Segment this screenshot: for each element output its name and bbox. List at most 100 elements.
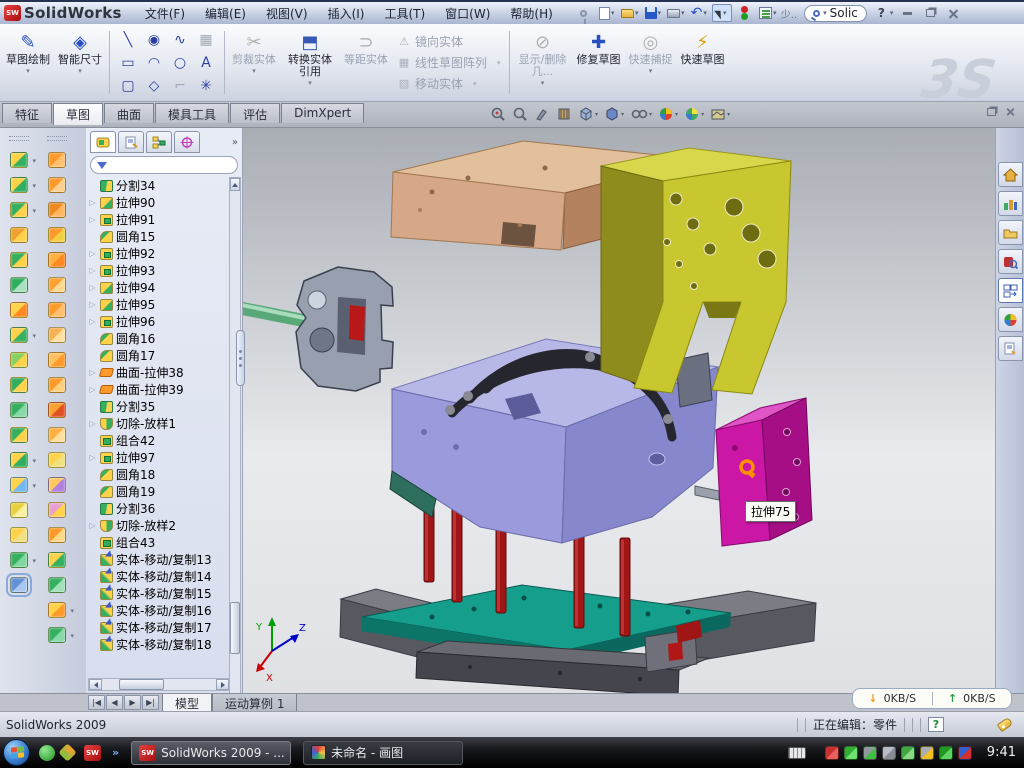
delete-face-icon[interactable] [48,402,66,418]
feature-tree-item[interactable]: 拉伸94 [88,279,228,296]
zoom-fit-icon[interactable] [488,105,508,123]
helix-spiral-icon[interactable] [10,552,28,568]
rapid-sketch-button[interactable]: ⚡ 快速草图 [678,27,728,98]
media-quicklaunch-icon[interactable] [58,743,76,761]
hole-wizard-icon[interactable] [10,302,28,318]
start-button[interactable] [3,739,30,766]
ribbon-tab[interactable]: 评估 [230,103,280,123]
design-library-tab[interactable] [998,191,1023,216]
edit-appearance-icon[interactable]: ▾ [656,105,680,123]
dynamic-assembly-icon[interactable] [532,105,552,123]
feature-tree-item[interactable]: 拉伸90 [88,194,228,211]
dimxpertmanager-tab[interactable] [174,131,200,153]
appearances-scenes-tab[interactable] [998,307,1023,332]
parting-line-icon[interactable] [48,452,66,468]
menu-item[interactable]: 帮助(H) [501,3,561,24]
menu-item[interactable]: 窗口(W) [436,3,499,24]
surface-sweep-icon[interactable] [48,202,66,218]
expand-arrow-icon[interactable] [88,368,97,377]
pin-icon[interactable] [574,4,594,22]
next-tab-button[interactable]: ▶ [124,695,141,710]
boundary-boss-icon[interactable] [10,277,28,293]
expand-arrow-icon[interactable] [88,249,97,258]
file-explorer-tab[interactable] [998,220,1023,245]
display-delete-relations-button[interactable]: ⊘ 显示/删除几...▾ [514,27,572,98]
quick-tips-help-button[interactable]: ? [928,717,944,732]
app-minimize-button[interactable] [899,6,916,21]
tags-icon[interactable] [997,717,1014,732]
replace-face-icon[interactable] [48,427,66,443]
doc-close-button[interactable] [1005,106,1016,117]
sketch-entity-button[interactable]: ◠ [141,51,167,74]
radiate-surface-icon[interactable] [48,377,66,393]
undo-button[interactable]: ↶▾ [689,4,709,22]
design-checker-icon[interactable] [735,4,755,22]
sketch-entity-button[interactable]: ▭ [115,51,141,74]
sketch-entity-button[interactable]: ╲ [115,28,141,51]
expand-arrow-icon[interactable] [88,419,97,428]
help-button[interactable]: ? [878,6,885,20]
lofted-boss-icon[interactable] [10,252,28,268]
graphics-viewport[interactable]: Y Z X 拉伸75 [243,128,995,693]
feature-tree-item[interactable]: 实体-移动/复制17 [88,619,228,636]
menu-item[interactable]: 插入(I) [319,3,374,24]
smart-dimension-button[interactable]: ◈ 智能尺寸▾ [55,27,105,98]
scroll-right-button[interactable] [216,679,229,690]
feature-tree-item[interactable]: 曲面-拉伸38 [88,364,228,381]
zoom-area-icon[interactable] [510,105,530,123]
first-tab-button[interactable]: |◀ [88,695,105,710]
planar-surface-icon[interactable] [48,277,66,293]
sketch-entity-button[interactable]: ◉ [141,28,167,51]
extruded-cut-icon[interactable] [10,177,28,193]
feature-tree-item[interactable]: 圆角18 [88,466,228,483]
chevron-down-icon[interactable]: ▾ [890,9,894,17]
instant3d-icon[interactable] [10,527,28,543]
surface-revolve-icon[interactable] [48,177,66,193]
fillet-icon[interactable] [10,202,28,218]
taskbar-task-solidworks[interactable]: SW SolidWorks 2009 - ... [131,741,291,765]
feature-tree-item[interactable]: 拉伸93 [88,262,228,279]
configurationmanager-tab[interactable] [146,131,172,153]
shut-off-surface-icon[interactable] [48,477,66,493]
feature-tree-item[interactable]: 拉伸95 [88,296,228,313]
feature-tree-item[interactable]: 实体-移动/复制14 [88,568,228,585]
expand-arrow-icon[interactable] [88,215,97,224]
parting-surface-icon[interactable] [48,502,66,518]
hide-show-items-icon[interactable]: ▾ [628,105,654,123]
doc-restore-button[interactable] [987,108,996,116]
linear-sketch-pattern-button[interactable]: ▦ 线性草图阵列▾ [394,53,504,72]
feature-tree-item[interactable]: 实体-移动/复制16 [88,602,228,619]
repair-sketch-button[interactable]: ✚ 修复草图 [574,27,624,98]
linear-pattern-icon[interactable] [10,327,28,343]
section-view-icon[interactable] [554,105,574,123]
feature-tree-item[interactable]: 分割35 [88,398,228,415]
panel-splitter-handle[interactable] [236,330,245,386]
scrollbar-thumb[interactable] [119,679,164,690]
volume-icon-icon[interactable] [882,746,896,760]
rib-icon[interactable] [10,352,28,368]
measure-icon[interactable] [10,577,28,593]
prev-tab-button[interactable]: ◀ [106,695,123,710]
feature-tree-item[interactable]: 曲面-拉伸39 [88,381,228,398]
taskbar-task-paint[interactable]: 未命名 - 画图 [303,741,463,765]
expand-arrow-icon[interactable] [88,521,97,530]
ribbon-tab[interactable]: 曲面 [104,103,154,123]
sync-icon-icon[interactable] [901,746,915,760]
expand-arrow-icon[interactable] [88,385,97,394]
offset-entities-button[interactable]: ⊃ 等距实体 [341,27,391,98]
sketch-entity-button[interactable]: ✳ [193,74,219,97]
options-button[interactable]: ▾ [758,4,778,22]
taskbar-clock[interactable]: 9:41 [987,745,1016,760]
mirror-entities-button[interactable]: ⚠ 镜向实体 [394,32,504,51]
split-line-icon[interactable] [48,602,66,618]
health-shield-icon-icon[interactable] [939,746,953,760]
curves-icon[interactable] [10,502,28,518]
open-button[interactable]: ▾ [620,4,640,22]
quick-snaps-button[interactable]: ◎ 快速捕捉▾ [626,27,676,98]
view-orientation-icon[interactable]: ▾ [576,105,600,123]
feature-tree-item[interactable]: 拉伸96 [88,313,228,330]
apply-scene-icon[interactable]: ▾ [682,105,706,123]
feature-tree-item[interactable]: 组合43 [88,534,228,551]
menu-item[interactable]: 工具(T) [375,3,434,24]
expand-arrow-icon[interactable] [88,266,97,275]
